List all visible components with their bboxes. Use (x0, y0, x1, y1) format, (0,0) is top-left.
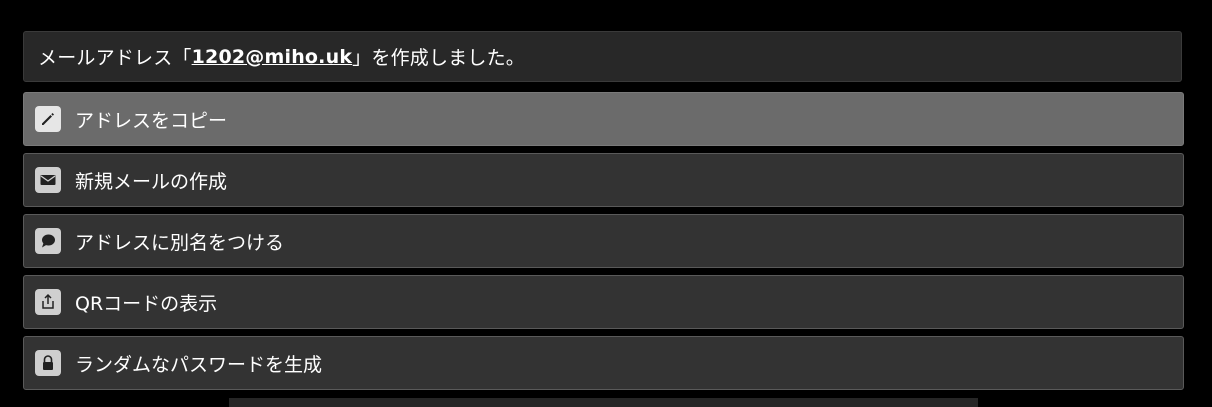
generate-password-button[interactable]: ランダムなパスワードを生成 (23, 336, 1184, 390)
copy-address-label: アドレスをコピー (75, 109, 228, 132)
pencil-icon (35, 106, 61, 132)
alias-address-button[interactable]: アドレスに別名をつける (23, 214, 1184, 268)
copy-address-button[interactable]: アドレスをコピー (23, 92, 1184, 146)
compose-mail-button[interactable]: 新規メールの作成 (23, 153, 1184, 207)
notice-suffix: 」を作成しました。 (352, 47, 525, 69)
alias-address-label: アドレスに別名をつける (75, 231, 285, 254)
app-window: メールアドレス「 1202@miho.uk 」を作成しました。 アドレスをコピー 新… (0, 0, 1212, 407)
bottom-panel-edge (229, 398, 978, 407)
show-qr-label: QRコードの表示 (75, 292, 218, 315)
created-address-link[interactable]: 1202@miho.uk (192, 46, 353, 68)
show-qr-button[interactable]: QRコードの表示 (23, 275, 1184, 329)
notice-prefix: メールアドレス「 (38, 47, 192, 69)
action-menu: アドレスをコピー 新規メールの作成 アドレスに別名をつける QRコードの表示 ラ (23, 92, 1184, 397)
compose-mail-label: 新規メールの作成 (75, 170, 228, 193)
creation-notice: メールアドレス「 1202@miho.uk 」を作成しました。 (23, 31, 1182, 82)
share-icon (35, 289, 61, 315)
generate-password-label: ランダムなパスワードを生成 (75, 353, 323, 376)
envelope-icon (35, 167, 61, 193)
speech-bubble-icon (35, 228, 61, 254)
lock-icon (35, 350, 61, 376)
